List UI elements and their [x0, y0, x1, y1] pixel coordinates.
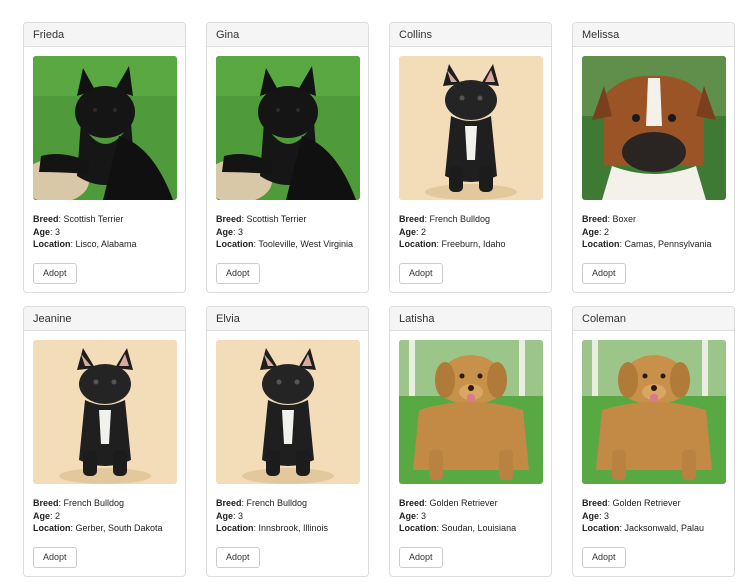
location-label: Location: [582, 523, 620, 533]
breed-value: French Bulldog: [246, 498, 308, 508]
pet-details: Breed: Golden Retriever Age: 3 Location:…: [399, 498, 517, 533]
breed-label: Breed: [216, 498, 242, 508]
pet-details: Breed: French Bulldog Age: 3 Location: I…: [216, 498, 329, 533]
age-value: 3: [238, 226, 244, 237]
age-label: Age: [216, 226, 234, 237]
adopt-button[interactable]: Adopt: [582, 547, 626, 568]
age-label: Age: [582, 510, 600, 521]
location-value: Gerber, South Dakota: [75, 523, 163, 533]
pet-name: Latisha: [390, 307, 551, 331]
breed-label: Breed: [399, 498, 425, 508]
location-value: Tooleville, West Virginia: [258, 239, 354, 249]
french-bulldog-photo: [33, 340, 177, 484]
pet-details: Breed: Scottish Terrier Age: 3 Location:…: [33, 214, 137, 249]
age-value: 3: [421, 510, 427, 521]
pet-card: Frieda Breed: Scottish Terrier Age: 3 Lo…: [23, 22, 186, 293]
location-label: Location: [33, 523, 71, 533]
breed-value: Scottish Terrier: [63, 214, 124, 224]
pet-name: Jeanine: [24, 307, 185, 331]
pet-name: Coleman: [573, 307, 734, 331]
scottish-terrier-photo: [216, 56, 360, 200]
age-label: Age: [582, 226, 600, 237]
pet-grid: Frieda Breed: Scottish Terrier Age: 3 Lo…: [0, 0, 755, 582]
boxer-photo: [582, 56, 726, 200]
adopt-button[interactable]: Adopt: [216, 547, 260, 568]
breed-value: French Bulldog: [63, 498, 125, 508]
pet-name: Melissa: [573, 23, 734, 47]
breed-value: French Bulldog: [429, 214, 491, 224]
location-value: Lisco, Alabama: [75, 239, 137, 249]
location-value: Jacksonwald, Palau: [624, 523, 705, 533]
pet-card: Gina Breed: Scottish Terrier Age: 3 Loca…: [206, 22, 369, 293]
adopt-button[interactable]: Adopt: [582, 263, 626, 284]
breed-label: Breed: [582, 498, 608, 508]
location-value: Freeburn, Idaho: [441, 239, 506, 249]
age-label: Age: [33, 510, 51, 521]
pet-name: Frieda: [24, 23, 185, 47]
pet-details: Breed: Boxer Age: 2 Location: Camas, Pen…: [582, 214, 712, 249]
pet-details: Breed: Scottish Terrier Age: 3 Location:…: [216, 214, 354, 249]
pet-card: Jeanine Breed: French Bulldog Age: 2 Loc…: [23, 306, 186, 577]
breed-label: Breed: [399, 214, 425, 224]
age-value: 3: [604, 510, 610, 521]
adopt-button[interactable]: Adopt: [33, 263, 77, 284]
location-value: Camas, Pennsylvania: [624, 239, 712, 249]
adopt-button[interactable]: Adopt: [399, 547, 443, 568]
pet-details: Breed: Golden Retriever Age: 3 Location:…: [582, 498, 705, 533]
age-label: Age: [216, 510, 234, 521]
breed-value: Scottish Terrier: [246, 214, 307, 224]
age-label: Age: [399, 226, 417, 237]
pet-details: Breed: French Bulldog Age: 2 Location: F…: [399, 214, 506, 249]
location-label: Location: [582, 239, 620, 249]
breed-label: Breed: [33, 498, 59, 508]
adopt-button[interactable]: Adopt: [216, 263, 260, 284]
pet-name: Collins: [390, 23, 551, 47]
breed-label: Breed: [216, 214, 242, 224]
age-value: 3: [55, 226, 61, 237]
location-label: Location: [216, 523, 254, 533]
french-bulldog-photo: [399, 56, 543, 200]
location-label: Location: [399, 239, 437, 249]
adopt-button[interactable]: Adopt: [399, 263, 443, 284]
pet-card: Latisha Breed: Golden Retriever Age: 3 L…: [389, 306, 552, 577]
scottish-terrier-photo: [33, 56, 177, 200]
pet-name: Gina: [207, 23, 368, 47]
breed-value: Golden Retriever: [612, 498, 681, 508]
location-label: Location: [33, 239, 71, 249]
age-value: 2: [421, 226, 427, 237]
location-value: Soudan, Louisiana: [441, 523, 517, 533]
pet-card: Elvia Breed: French Bulldog Age: 3 Locat…: [206, 306, 369, 577]
breed-value: Boxer: [612, 214, 637, 224]
age-label: Age: [33, 226, 51, 237]
golden-retriever-photo: [399, 340, 543, 484]
breed-label: Breed: [33, 214, 59, 224]
pet-card: Collins Breed: French Bulldog Age: 2 Loc…: [389, 22, 552, 293]
french-bulldog-photo: [216, 340, 360, 484]
age-value: 3: [238, 510, 244, 521]
adopt-button[interactable]: Adopt: [33, 547, 77, 568]
pet-card: Coleman Breed: Golden Retriever Age: 3 L…: [572, 306, 735, 577]
location-value: Innsbrook, Illinois: [258, 523, 329, 533]
location-label: Location: [216, 239, 254, 249]
breed-label: Breed: [582, 214, 608, 224]
pet-card: Melissa Breed: Boxer Age: 2 Location: Ca…: [572, 22, 735, 293]
pet-name: Elvia: [207, 307, 368, 331]
age-label: Age: [399, 510, 417, 521]
golden-retriever-photo: [582, 340, 726, 484]
breed-value: Golden Retriever: [429, 498, 498, 508]
location-label: Location: [399, 523, 437, 533]
age-value: 2: [55, 510, 61, 521]
age-value: 2: [604, 226, 610, 237]
pet-details: Breed: French Bulldog Age: 2 Location: G…: [33, 498, 163, 533]
